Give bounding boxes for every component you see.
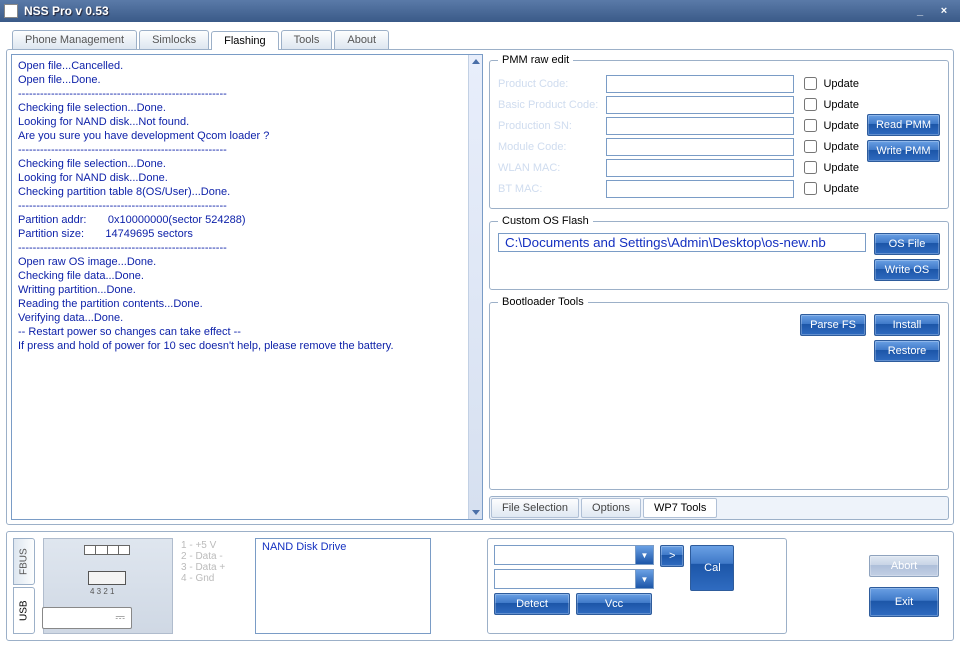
os-path-input[interactable]	[498, 233, 866, 252]
usb-port-icon	[88, 571, 126, 585]
vcc-button[interactable]: Vcc	[576, 593, 652, 615]
exit-button[interactable]: Exit	[869, 587, 939, 617]
pin-legend: 1 - +5 V 2 - Data - 3 - Data + 4 - Gnd	[181, 538, 247, 634]
combo-bottom[interactable]	[494, 569, 654, 589]
chk-production-sn[interactable]: Update	[800, 116, 858, 135]
input-product-code[interactable]	[606, 75, 794, 93]
lbl-basic-product-code: Basic Product Code:	[498, 99, 600, 111]
detect-button[interactable]: Detect	[494, 593, 570, 615]
log-scrollbar[interactable]	[468, 55, 482, 519]
bootloader-group: Bootloader Tools Parse FS Install Restor…	[489, 296, 949, 490]
chevron-down-icon[interactable]	[635, 546, 653, 564]
write-os-button[interactable]: Write OS	[874, 259, 940, 281]
chk-bt-mac[interactable]: Update	[800, 179, 858, 198]
chk-module-code[interactable]: Update	[800, 137, 858, 156]
go-button[interactable]: >	[660, 545, 684, 567]
lbl-bt-mac: BT MAC:	[498, 183, 600, 195]
lbl-production-sn: Production SN:	[498, 120, 600, 132]
itab-wp7-tools[interactable]: WP7 Tools	[643, 498, 717, 518]
itab-options[interactable]: Options	[581, 498, 641, 518]
read-pmm-button[interactable]: Read PMM	[867, 114, 940, 136]
minimize-button[interactable]: _	[908, 5, 932, 17]
input-wlan-mac[interactable]	[606, 159, 794, 177]
tab-tools[interactable]: Tools	[281, 30, 333, 49]
chk-basic-product-code[interactable]: Update	[800, 95, 858, 114]
write-pmm-button[interactable]: Write PMM	[867, 140, 940, 162]
main-tabs: Phone Management Simlocks Flashing Tools…	[12, 30, 954, 49]
main-panel: Open file...Cancelled. Open file...Done.…	[6, 49, 954, 525]
lbl-module-code: Module Code:	[498, 141, 600, 153]
window-title: NSS Pro v 0.53	[24, 4, 908, 18]
chk-wlan-mac[interactable]: Update	[800, 158, 858, 177]
connector-diagram: 4 3 2 1	[43, 538, 173, 634]
bottom-panel: FBUS USB 4 3 2 1 1 - +5 V 2 - Data - 3 -…	[6, 531, 954, 641]
detect-group: Detect Vcc > Cal	[487, 538, 787, 634]
input-bt-mac[interactable]	[606, 180, 794, 198]
osflash-legend: Custom OS Flash	[498, 215, 593, 227]
tab-about[interactable]: About	[334, 30, 389, 49]
side-tab-fbus[interactable]: FBUS	[13, 538, 35, 585]
app-icon	[4, 4, 18, 18]
combo-top[interactable]	[494, 545, 654, 565]
close-button[interactable]: ×	[932, 5, 956, 17]
restore-button[interactable]: Restore	[874, 340, 940, 362]
pmm-legend: PMM raw edit	[498, 54, 573, 66]
tab-phone-management[interactable]: Phone Management	[12, 30, 137, 49]
inner-tabs: File Selection Options WP7 Tools	[489, 496, 949, 520]
input-module-code[interactable]	[606, 138, 794, 156]
side-tab-usb[interactable]: USB	[13, 587, 35, 634]
chevron-down-icon[interactable]	[635, 570, 653, 588]
chk-product-code[interactable]: Update	[800, 74, 858, 93]
parse-fs-button[interactable]: Parse FS	[800, 314, 866, 336]
os-file-button[interactable]: OS File	[874, 233, 940, 255]
install-button[interactable]: Install	[874, 314, 940, 336]
tab-simlocks[interactable]: Simlocks	[139, 30, 209, 49]
nand-item[interactable]: NAND Disk Drive	[262, 541, 346, 553]
abort-button[interactable]: Abort	[869, 555, 939, 577]
log-output[interactable]: Open file...Cancelled. Open file...Done.…	[11, 54, 483, 520]
cal-button[interactable]: Cal	[690, 545, 734, 591]
input-production-sn[interactable]	[606, 117, 794, 135]
usb-plug-icon	[42, 607, 132, 629]
pin-box-icon	[84, 545, 130, 555]
title-bar: NSS Pro v 0.53 _ ×	[0, 0, 960, 22]
input-basic-product-code[interactable]	[606, 96, 794, 114]
osflash-group: Custom OS Flash OS File Write OS	[489, 215, 949, 290]
itab-file-selection[interactable]: File Selection	[491, 498, 579, 518]
lbl-wlan-mac: WLAN MAC:	[498, 162, 600, 174]
pmm-group: PMM raw edit Product Code: Update Basic …	[489, 54, 949, 209]
lbl-product-code: Product Code:	[498, 78, 600, 90]
tab-flashing[interactable]: Flashing	[211, 31, 279, 50]
pin-numbers: 4 3 2 1	[90, 587, 114, 596]
bootloader-legend: Bootloader Tools	[498, 296, 588, 308]
nand-list[interactable]: NAND Disk Drive	[255, 538, 431, 634]
